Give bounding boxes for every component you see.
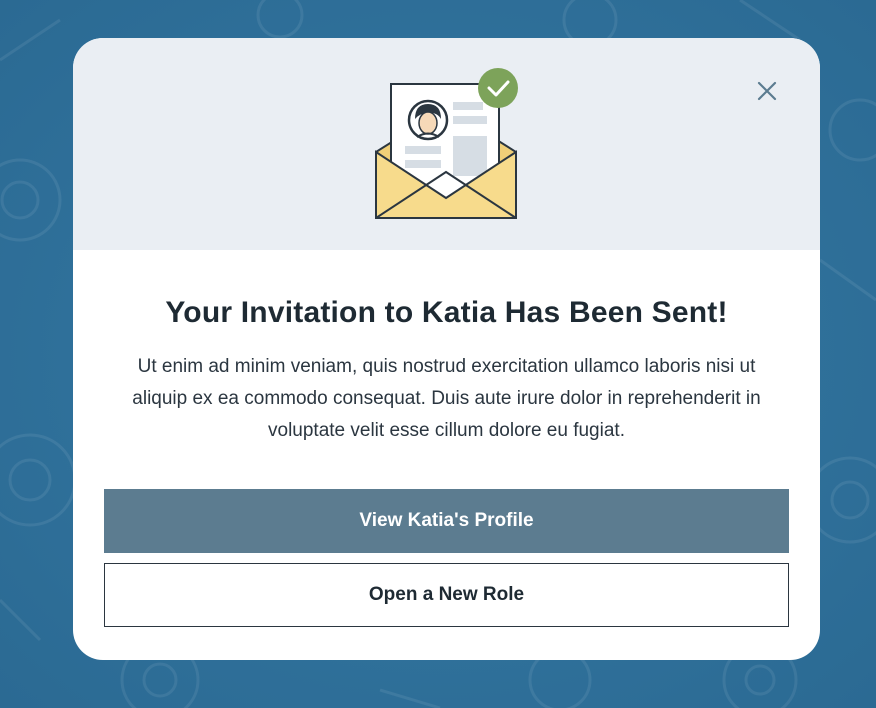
modal-title: Your Invitation to Katia Has Been Sent! xyxy=(165,296,728,329)
modal-description: Ut enim ad minim veniam, quis nostrud ex… xyxy=(132,356,761,441)
close-icon xyxy=(757,81,777,101)
invitation-sent-modal: Your Invitation to Katia Has Been Sent! … xyxy=(73,38,820,660)
modal-header xyxy=(73,38,820,250)
envelope-with-profile-card-icon xyxy=(375,68,518,219)
open-new-role-button[interactable]: Open a New Role xyxy=(104,563,789,627)
close-button[interactable] xyxy=(754,78,780,104)
view-profile-button[interactable]: View Katia's Profile xyxy=(104,489,789,553)
